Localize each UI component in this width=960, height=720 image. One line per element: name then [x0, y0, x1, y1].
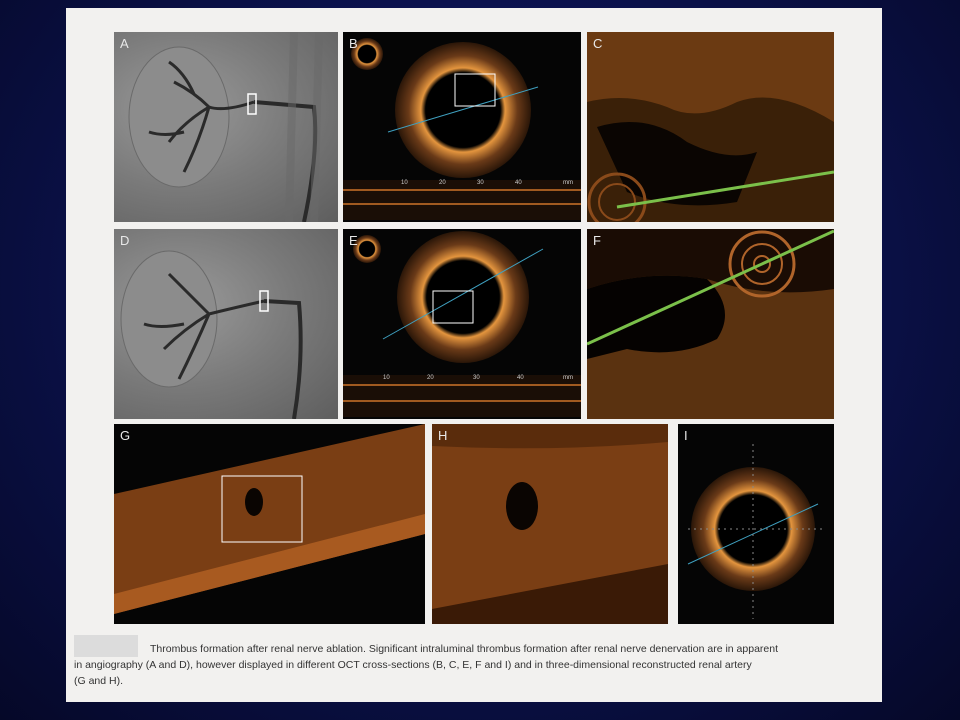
panel-label-i: I — [684, 428, 688, 443]
oct-zoom-c — [587, 32, 834, 222]
figure-number-placeholder — [74, 635, 138, 657]
scale-tick: 20 — [427, 375, 434, 381]
panel-i-oct: I — [678, 424, 834, 624]
scale-tick: 30 — [477, 180, 484, 186]
oct-cross-section-b — [343, 38, 581, 220]
panel-f-oct-zoom: F — [587, 229, 834, 419]
scale-unit: mm — [563, 375, 573, 381]
oct-zoom-f — [587, 229, 834, 419]
figure-page: A 10 20 30 40 mm B C D 10 20 30 40 mm E … — [66, 8, 882, 702]
panel-label-e: E — [349, 233, 358, 248]
scale-tick: 10 — [383, 375, 390, 381]
vessel-3d-g — [114, 424, 425, 614]
angiogram-image-d — [120, 250, 303, 419]
panel-label-b: B — [349, 36, 358, 51]
panel-b-oct: 10 20 30 40 mm B — [343, 32, 581, 222]
figure-caption: Thrombus formation after renal nerve abl… — [74, 641, 874, 689]
scale-unit: mm — [563, 180, 573, 186]
panel-g-3d-reconstruction: G — [114, 424, 425, 624]
scale-tick: 40 — [517, 375, 524, 381]
panel-label-g: G — [120, 428, 131, 443]
panel-h-3d-zoom: H — [432, 424, 668, 624]
scale-tick: 40 — [515, 180, 522, 186]
scale-tick: 20 — [439, 180, 446, 186]
caption-line-3: (G and H). — [74, 675, 124, 687]
oct-cross-section-e — [343, 231, 581, 417]
panel-c-oct-zoom: C — [587, 32, 834, 222]
panel-label-d: D — [120, 233, 130, 248]
scale-tick: 30 — [473, 375, 480, 381]
caption-line-1: Thrombus formation after renal nerve abl… — [150, 643, 779, 655]
oct-cross-section-i — [687, 444, 824, 619]
panel-a-angiography: A — [114, 32, 338, 222]
panel-label-a: A — [120, 36, 129, 51]
caption-line-2: in angiography (A and D), however displa… — [74, 659, 752, 671]
panel-d-angiography: D — [114, 229, 338, 419]
panel-label-h: H — [438, 428, 448, 443]
vessel-3d-h — [432, 424, 668, 624]
panel-label-c: C — [593, 36, 603, 51]
panel-e-oct: 10 20 30 40 mm E — [343, 229, 581, 419]
panel-label-f: F — [593, 233, 601, 248]
scale-tick: 10 — [401, 180, 408, 186]
angiogram-image — [128, 32, 323, 222]
